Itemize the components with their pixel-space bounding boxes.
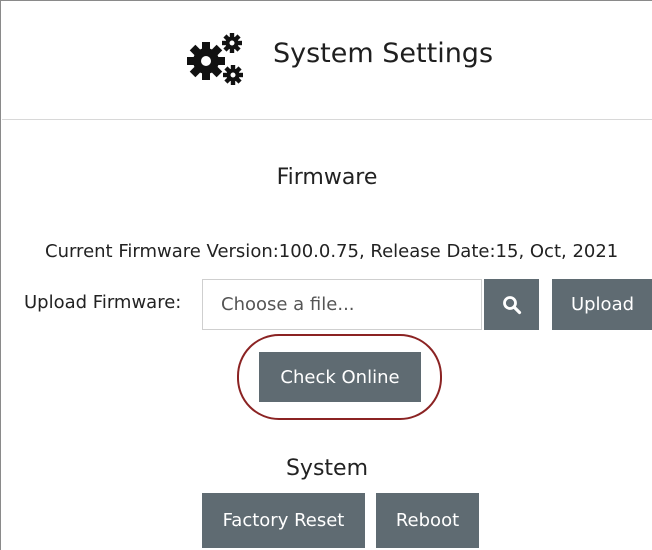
upload-firmware-label: Upload Firmware: <box>24 292 182 313</box>
panel-header: System Settings <box>2 2 652 120</box>
firmware-file-input[interactable] <box>202 279 482 330</box>
settings-panel: System Settings Firmware Current Firmwar… <box>0 0 652 550</box>
browse-file-button[interactable] <box>484 279 539 330</box>
factory-reset-button[interactable]: Factory Reset <box>202 493 365 548</box>
reboot-button[interactable]: Reboot <box>376 493 479 548</box>
page-title: System Settings <box>273 38 494 69</box>
upload-button[interactable]: Upload <box>552 279 652 330</box>
firmware-version-info: Current Firmware Version:100.0.75, Relea… <box>45 241 619 262</box>
gears-icon <box>182 31 246 87</box>
system-heading: System <box>285 456 369 481</box>
check-online-button[interactable]: Check Online <box>259 352 421 402</box>
search-icon <box>502 295 521 314</box>
firmware-heading: Firmware <box>276 165 378 190</box>
